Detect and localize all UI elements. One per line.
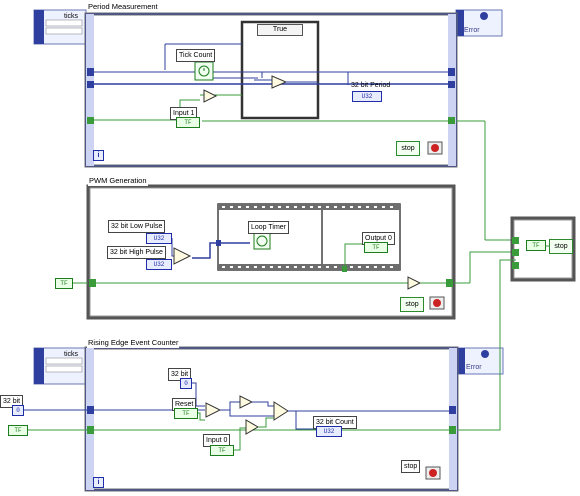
wire-blue bbox=[288, 410, 316, 430]
wire-green bbox=[232, 427, 246, 451]
iteration-terminal-period: i bbox=[93, 150, 104, 161]
period-loop-left-bar bbox=[86, 14, 94, 166]
select-node bbox=[273, 401, 289, 421]
not-node bbox=[407, 276, 422, 290]
film-strip-top bbox=[218, 204, 400, 210]
subtract-node bbox=[271, 75, 288, 89]
shift-register bbox=[89, 279, 96, 287]
low-pulse-terminal[interactable]: U32 bbox=[146, 233, 172, 244]
labview-block-diagram: Period Measurement ticks Error True Tick… bbox=[0, 0, 580, 496]
shift-register bbox=[448, 68, 455, 76]
stop-button-global[interactable]: stop bbox=[549, 239, 573, 254]
wire-blue bbox=[229, 410, 274, 417]
stop-label-counter: stop bbox=[401, 460, 421, 473]
tick-count-label: Tick Count bbox=[176, 49, 216, 62]
add-node bbox=[173, 247, 192, 265]
timing-config-node-bottom-stripe bbox=[34, 348, 44, 384]
high-pulse-label: 32 bit High Pulse bbox=[107, 246, 166, 259]
stop-condition-icon bbox=[429, 469, 437, 477]
shift-register bbox=[87, 406, 94, 414]
wire-blue bbox=[252, 401, 274, 407]
shift-register bbox=[87, 81, 94, 88]
high-pulse-terminal[interactable]: U32 bbox=[146, 259, 172, 270]
shift-register bbox=[448, 81, 455, 88]
error-label-top: Error bbox=[464, 27, 480, 34]
shift-register bbox=[87, 117, 94, 124]
period-loop-right-bar bbox=[448, 14, 456, 166]
counter-loop-right-bar bbox=[449, 348, 457, 490]
period-measurement-title: Period Measurement bbox=[87, 2, 159, 12]
input0-terminal[interactable]: TF bbox=[210, 445, 234, 456]
low-pulse-label: 32 bit Low Pulse bbox=[108, 220, 166, 233]
error-node-top-icon bbox=[480, 12, 488, 20]
loop-timer-label: Loop Timer bbox=[248, 221, 290, 234]
external-32bit-value[interactable]: 0 bbox=[12, 405, 24, 416]
wire-green bbox=[258, 417, 274, 428]
wire-green bbox=[457, 259, 516, 431]
pwm-generation-title: PWM Generation bbox=[88, 176, 148, 186]
timing-config-node-top-stripe bbox=[34, 10, 44, 44]
case-structure-frame bbox=[240, 20, 320, 120]
ticks-label-bottom: ticks bbox=[64, 351, 78, 358]
counter-loop-left-bar bbox=[86, 348, 94, 490]
stop-loop-bool-terminal[interactable]: TF bbox=[526, 240, 546, 251]
not-equal-node bbox=[203, 89, 218, 103]
case-selector[interactable]: True bbox=[257, 24, 303, 36]
shift-register bbox=[87, 68, 94, 76]
stop-button-period[interactable]: stop bbox=[396, 141, 420, 156]
iteration-terminal-counter: i bbox=[93, 477, 104, 488]
shift-register bbox=[512, 262, 519, 269]
timing-input-box bbox=[45, 27, 83, 35]
shift-register bbox=[446, 279, 453, 287]
shift-register bbox=[87, 426, 94, 434]
shift-register bbox=[449, 406, 456, 414]
shift-register bbox=[512, 237, 519, 244]
shift-register bbox=[448, 117, 455, 124]
period-indicator-terminal[interactable]: U32 bbox=[352, 91, 382, 102]
loop-timer-icon bbox=[253, 232, 271, 250]
shift-register bbox=[449, 426, 456, 434]
error-node-bottom-icon bbox=[481, 350, 489, 358]
period-indicator-label: 32 bit Period bbox=[351, 82, 391, 89]
stop-condition-icon bbox=[431, 144, 439, 152]
select-node bbox=[205, 402, 222, 418]
reset-terminal[interactable]: TF bbox=[174, 408, 198, 419]
error-label-bottom: Error bbox=[466, 364, 482, 371]
film-strip-bottom bbox=[218, 264, 400, 270]
pwm-bool-constant[interactable]: TF bbox=[55, 278, 73, 289]
rising-edge-counter-title: Rising Edge Event Counter bbox=[87, 338, 180, 348]
timing-input-box bbox=[45, 365, 83, 373]
wire-green bbox=[469, 251, 516, 283]
stop-button-pwm[interactable]: stop bbox=[400, 297, 424, 312]
input1-terminal[interactable]: TF bbox=[176, 117, 200, 128]
count-terminal[interactable]: U32 bbox=[316, 426, 342, 437]
sequence-tunnel bbox=[216, 240, 221, 246]
external-bool-constant[interactable]: TF bbox=[8, 425, 28, 436]
stop-condition-icon bbox=[433, 299, 441, 307]
shift-register bbox=[512, 249, 519, 256]
wire-blue bbox=[192, 242, 218, 259]
output0-terminal[interactable]: TF bbox=[364, 242, 388, 253]
sequence-tunnel bbox=[342, 266, 347, 272]
and-node bbox=[245, 419, 259, 435]
wire-blue bbox=[220, 401, 240, 411]
const-32bit-value[interactable]: 0 bbox=[180, 378, 192, 389]
ticks-label-top: ticks bbox=[64, 13, 78, 20]
diagram-wires-and-structures bbox=[20, 9, 576, 492]
increment-node bbox=[239, 395, 254, 409]
